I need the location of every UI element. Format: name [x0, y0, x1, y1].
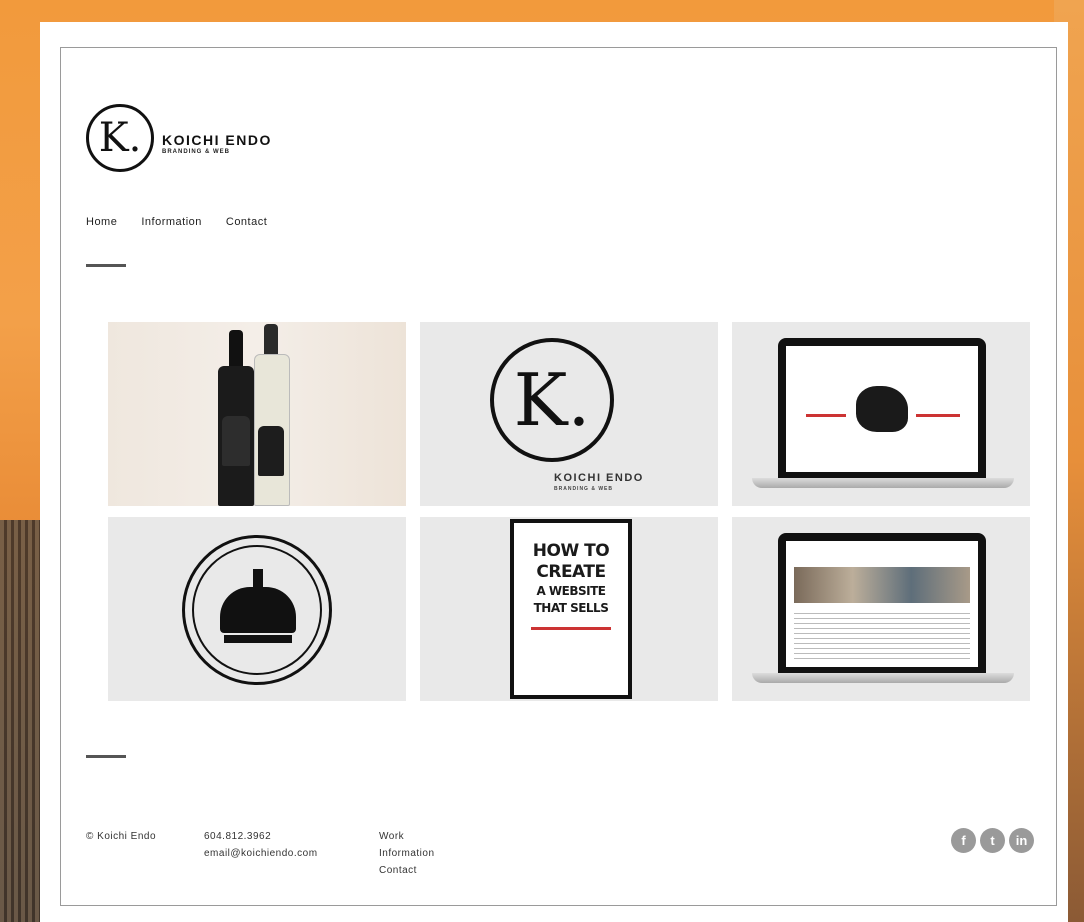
horse-image [856, 386, 908, 432]
facebook-icon[interactable]: f [951, 828, 976, 853]
poster: HOW TO CREATE A WEBSITE THAT SELLS [510, 519, 632, 699]
nav-information[interactable]: Information [141, 216, 202, 228]
bottle-neck [264, 324, 278, 358]
portfolio-item-wine[interactable] [108, 322, 406, 506]
laptop-mockup [778, 338, 986, 478]
laptop-screen [786, 541, 978, 667]
bottle-label [258, 426, 284, 476]
footer-links: Work Information Contact [379, 828, 435, 879]
footer-link-contact[interactable]: Contact [379, 862, 435, 879]
footer-contact: 604.812.3962 email@koichiendo.com [204, 828, 318, 862]
logo-text: KOICHI ENDO BRANDING & WEB [162, 132, 272, 155]
crown-cross [253, 569, 263, 589]
crown-base [224, 635, 292, 643]
portfolio-item-site-mockup[interactable] [732, 517, 1030, 701]
logo-mark: K. [86, 104, 154, 172]
crown-icon [220, 587, 296, 633]
bottle-label [222, 416, 250, 466]
laptop-base [752, 478, 1014, 488]
page-frame: K. KOICHI ENDO BRANDING & WEB Home Infor… [60, 47, 1057, 906]
twitter-icon[interactable]: t [980, 828, 1005, 853]
text-content [794, 613, 970, 661]
brand-name: KOICHI ENDO [162, 131, 272, 148]
portfolio-grid: K. KOICHI ENDO BRANDING & WEB HOW TO CRE… [108, 322, 1030, 702]
poster-accent [531, 627, 611, 630]
site-logo[interactable]: K. KOICHI ENDO BRANDING & WEB [86, 104, 272, 172]
headline-bar [806, 414, 846, 417]
poster-line: THAT SELLS [533, 601, 609, 615]
footer-link-work[interactable]: Work [379, 828, 435, 845]
k-logo-tagline: BRANDING & WEB [554, 486, 613, 492]
footer-phone[interactable]: 604.812.3962 [204, 828, 318, 845]
footer-email[interactable]: email@koichiendo.com [204, 845, 318, 862]
bottle-neck [229, 330, 243, 370]
laptop-screen [786, 346, 978, 472]
k-logo-mark: K. [490, 338, 614, 462]
portfolio-item-racing-site[interactable] [732, 322, 1030, 506]
main-nav: Home Information Contact [86, 216, 267, 228]
headline-bar [916, 414, 960, 417]
linkedin-icon[interactable]: in [1009, 828, 1034, 853]
landscape-banner [794, 567, 970, 603]
nav-contact[interactable]: Contact [226, 216, 267, 228]
footer-copyright: © Koichi Endo [86, 831, 157, 842]
website-page: K. KOICHI ENDO BRANDING & WEB Home Infor… [40, 22, 1068, 922]
header-divider [86, 264, 126, 267]
portfolio-item-poster[interactable]: HOW TO CREATE A WEBSITE THAT SELLS [420, 517, 718, 701]
footer-link-information[interactable]: Information [379, 845, 435, 862]
footer-divider [86, 755, 126, 758]
poster-line: CREATE [536, 562, 606, 582]
poster-line: HOW TO [532, 541, 610, 561]
laptop-base [752, 673, 1014, 683]
brand-tagline: BRANDING & WEB [162, 148, 230, 155]
social-links: f t in [951, 828, 1034, 853]
laptop-mockup [778, 533, 986, 673]
nav-home[interactable]: Home [86, 216, 117, 228]
portfolio-item-king[interactable] [108, 517, 406, 701]
k-logo-name: KOICHI ENDO [554, 472, 644, 484]
poster-line: A WEBSITE [536, 584, 606, 598]
portfolio-item-logo[interactable]: K. KOICHI ENDO BRANDING & WEB [420, 322, 718, 506]
